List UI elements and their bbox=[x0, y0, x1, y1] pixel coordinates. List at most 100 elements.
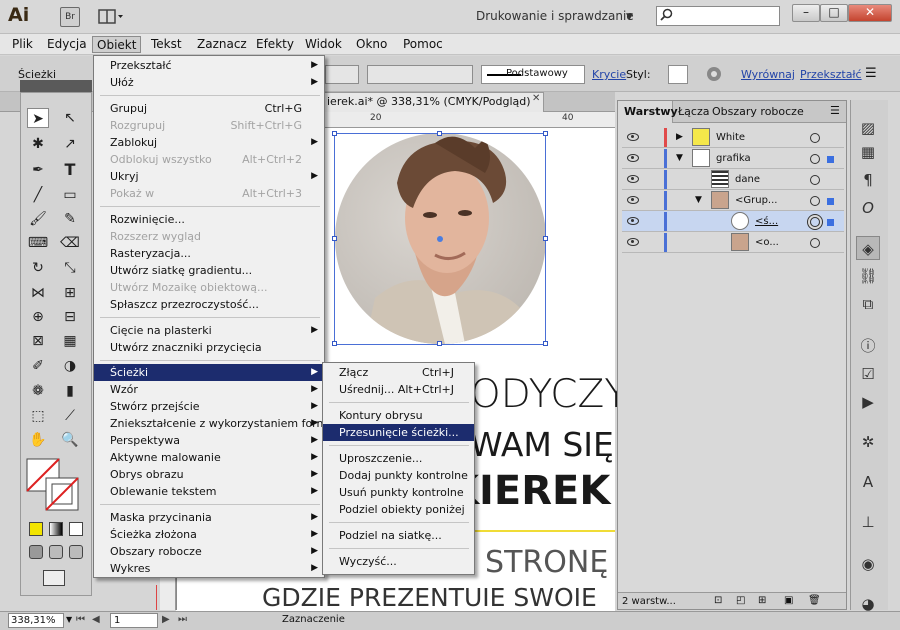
menu-item-lock[interactable]: Zablokuj ▶ bbox=[94, 134, 324, 151]
menu-item-image-trace[interactable]: Obrys obrazu ▶ bbox=[94, 466, 324, 483]
resize-handle[interactable] bbox=[543, 341, 548, 346]
collapse-arrow-icon[interactable]: ▼ bbox=[676, 153, 683, 163]
menu-item-unlock-all[interactable]: Odblokuj wszystko Alt+Ctrl+2 bbox=[94, 151, 324, 168]
close-tab-icon[interactable]: ✕ bbox=[532, 93, 540, 104]
opacity-link[interactable]: Krycie bbox=[592, 68, 626, 81]
page-number-field[interactable]: 1 bbox=[110, 613, 158, 628]
resize-handle[interactable] bbox=[332, 131, 337, 136]
resize-handle[interactable] bbox=[543, 236, 548, 241]
resize-handle[interactable] bbox=[332, 341, 337, 346]
mesh-tool-icon[interactable]: ⊠ bbox=[27, 331, 49, 351]
visibility-eye-icon[interactable] bbox=[627, 238, 639, 246]
chevron-down-icon[interactable]: ▼ bbox=[626, 12, 633, 22]
search-input[interactable] bbox=[656, 6, 780, 26]
resize-handle[interactable] bbox=[437, 341, 442, 346]
panel-menu-icon[interactable]: ☰ bbox=[830, 104, 840, 117]
slice-tool-icon[interactable]: ⟋ bbox=[59, 406, 81, 426]
menu-obiekt[interactable]: Obiekt bbox=[92, 36, 142, 53]
menu-item-perspective[interactable]: Perspektywa ▶ bbox=[94, 432, 324, 449]
color-mode-swatch[interactable] bbox=[29, 522, 43, 536]
opentype-panel-icon[interactable]: O bbox=[856, 196, 880, 220]
scale-tool-icon[interactable]: ⤡ bbox=[59, 258, 81, 278]
menu-item-compound-path[interactable]: Ścieżka złożona ▶ bbox=[94, 526, 324, 543]
selection-tool-icon[interactable]: ➤ bbox=[27, 108, 49, 128]
lasso-tool-icon[interactable]: ↗ bbox=[59, 134, 81, 154]
target-circle-icon[interactable] bbox=[810, 175, 820, 185]
style-swatch[interactable] bbox=[668, 65, 688, 84]
menu-plik[interactable]: Plik bbox=[8, 36, 37, 53]
eyedropper-tool-icon[interactable]: ✐ bbox=[27, 356, 49, 376]
menu-item-group[interactable]: Grupuj Ctrl+G bbox=[94, 100, 324, 117]
appearance-panel-icon[interactable]: ◉ bbox=[856, 552, 880, 576]
bridge-icon[interactable]: Br bbox=[60, 7, 80, 27]
menu-item-object-mosaic[interactable]: Utwórz Mozaikę obiektową... bbox=[94, 279, 324, 296]
layer-name[interactable]: <o... bbox=[755, 237, 779, 248]
menu-item-gradient-mesh[interactable]: Utwórz siatkę gradientu... bbox=[94, 262, 324, 279]
pencil-tool-icon[interactable]: ✎ bbox=[59, 209, 81, 229]
draw-normal-icon[interactable] bbox=[29, 545, 43, 559]
submenu-item-split-into-grid[interactable]: Podziel na siatkę... bbox=[323, 527, 474, 544]
visibility-eye-icon[interactable] bbox=[627, 217, 639, 225]
type-tool-icon[interactable]: T bbox=[59, 160, 81, 180]
transform-link[interactable]: Przekształć bbox=[800, 68, 862, 81]
menu-item-hide[interactable]: Ukryj ▶ bbox=[94, 168, 324, 185]
layer-name[interactable]: <Grup... bbox=[735, 195, 777, 206]
target-circle-icon[interactable] bbox=[810, 238, 820, 248]
line-tool-icon[interactable]: ╱ bbox=[27, 185, 49, 205]
headline-line-4[interactable]: A STRONĘ bbox=[455, 545, 608, 580]
menu-item-transform[interactable]: Przekształć ▶ bbox=[94, 57, 324, 74]
rotate-tool-icon[interactable]: ↻ bbox=[27, 258, 49, 278]
submenu-item-add-anchor-points[interactable]: Dodaj punkty kontrolne bbox=[323, 467, 474, 484]
prev-page-icon[interactable]: ◀ bbox=[92, 614, 100, 625]
symbol-sprayer-tool-icon[interactable]: ❁ bbox=[27, 381, 49, 401]
locate-object-icon[interactable]: ⊡ bbox=[714, 595, 722, 606]
selection-indicator[interactable] bbox=[827, 156, 834, 163]
submenu-item-offset-path[interactable]: Przesunięcie ścieżki... bbox=[323, 424, 474, 441]
menu-item-trim-marks[interactable]: Utwórz znaczniki przycięcia bbox=[94, 339, 324, 356]
layer-name[interactable]: White bbox=[716, 132, 745, 143]
gradient-mode-swatch[interactable] bbox=[49, 522, 63, 536]
tab-artboards[interactable]: Obszary robocze bbox=[712, 105, 804, 118]
rectangle-tool-icon[interactable]: ▭ bbox=[59, 185, 81, 205]
workspace-switcher[interactable]: Drukowanie i sprawdzanie bbox=[476, 9, 634, 23]
paintbrush-tool-icon[interactable]: 🖌 bbox=[27, 209, 49, 229]
panel-menu-icon[interactable]: ☰ bbox=[865, 66, 877, 81]
submenu-item-clean-up[interactable]: Wyczyść... bbox=[323, 553, 474, 570]
menu-item-graph[interactable]: Wykres ▶ bbox=[94, 560, 324, 577]
zoom-tool-icon[interactable]: 🔍 bbox=[59, 430, 81, 450]
menu-edycja[interactable]: Edycja bbox=[43, 36, 91, 53]
visibility-eye-icon[interactable] bbox=[627, 133, 639, 141]
target-circle-icon[interactable] bbox=[810, 196, 820, 206]
menu-efekty[interactable]: Efekty bbox=[252, 36, 298, 53]
draw-behind-icon[interactable] bbox=[49, 545, 63, 559]
swatches-panel-icon[interactable]: ▦ bbox=[856, 140, 880, 164]
collapse-arrow-icon[interactable]: ▼ bbox=[695, 195, 702, 205]
fill-stroke-swatches[interactable] bbox=[26, 458, 82, 512]
visibility-eye-icon[interactable] bbox=[627, 196, 639, 204]
menu-item-path[interactable]: Ścieżki ▶ bbox=[94, 364, 324, 381]
pen-tool-icon[interactable]: ✒ bbox=[27, 160, 49, 180]
info-panel-icon[interactable]: ⓘ bbox=[856, 334, 880, 358]
visibility-eye-icon[interactable] bbox=[627, 175, 639, 183]
layer-name[interactable]: grafika bbox=[716, 153, 751, 164]
submenu-item-average[interactable]: Uśrednij... Alt+Ctrl+J bbox=[323, 381, 474, 398]
resize-handle[interactable] bbox=[437, 131, 442, 136]
eraser-tool-icon[interactable]: ⌫ bbox=[59, 233, 81, 253]
align-link[interactable]: Wyrównaj bbox=[741, 68, 795, 81]
menu-item-rasterize[interactable]: Rasteryzacja... bbox=[94, 245, 324, 262]
menu-item-text-wrap[interactable]: Oblewanie tekstem ▶ bbox=[94, 483, 324, 500]
next-page-icon[interactable]: ▶ bbox=[162, 614, 170, 625]
selection-indicator[interactable] bbox=[827, 219, 834, 226]
menu-item-artboards[interactable]: Obszary robocze ▶ bbox=[94, 543, 324, 560]
column-graph-tool-icon[interactable]: ▮ bbox=[59, 381, 81, 401]
submenu-item-outline-stroke[interactable]: Kontury obrysu bbox=[323, 407, 474, 424]
submenu-item-simplify[interactable]: Uproszczenie... bbox=[323, 450, 474, 467]
close-button[interactable]: ✕ bbox=[848, 4, 892, 22]
menu-item-show-all[interactable]: Pokaż w Alt+Ctrl+3 bbox=[94, 185, 324, 202]
menu-item-live-paint[interactable]: Aktywne malowanie ▶ bbox=[94, 449, 324, 466]
actions-panel-icon[interactable]: ▶ bbox=[856, 390, 880, 414]
resize-handle[interactable] bbox=[543, 131, 548, 136]
variable-width-field[interactable] bbox=[367, 65, 473, 84]
menu-zaznacz[interactable]: Zaznacz bbox=[193, 36, 251, 53]
zoom-level-field[interactable]: 338,31% bbox=[8, 613, 64, 628]
